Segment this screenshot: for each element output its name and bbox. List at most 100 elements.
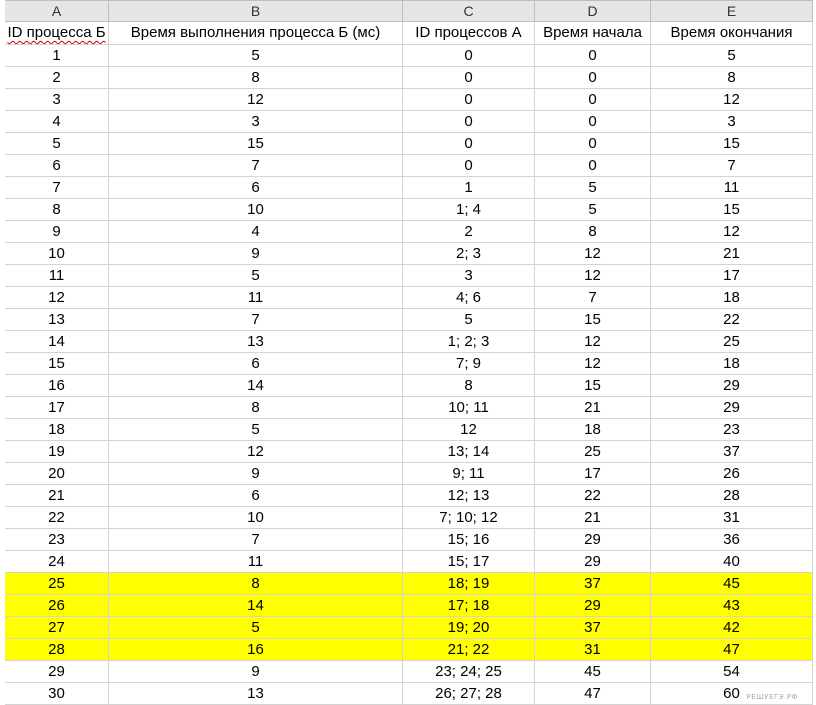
cell-end-time[interactable]: 17	[650, 264, 813, 287]
cell-end-time[interactable]: 29	[650, 396, 813, 419]
cell-start-time[interactable]: 0	[534, 154, 651, 177]
cell-start-time[interactable]: 7	[534, 286, 651, 309]
cell-process-b-id[interactable]: 30	[4, 682, 109, 705]
cell-duration[interactable]: 8	[108, 572, 403, 595]
cell-duration[interactable]: 6	[108, 484, 403, 507]
cell-end-time[interactable]: 37	[650, 440, 813, 463]
column-header-d[interactable]: D	[534, 0, 651, 22]
cell-duration[interactable]: 16	[108, 638, 403, 661]
cell-duration[interactable]: 6	[108, 352, 403, 375]
cell-process-b-id[interactable]: 10	[4, 242, 109, 265]
cell-end-time[interactable]: 36	[650, 528, 813, 551]
cell-start-time[interactable]: 22	[534, 484, 651, 507]
cell-end-time[interactable]: 29	[650, 374, 813, 397]
cell-process-b-id[interactable]: 21	[4, 484, 109, 507]
cell-process-b-id[interactable]: 15	[4, 352, 109, 375]
cell-start-time[interactable]: 0	[534, 88, 651, 111]
cell-start-time[interactable]: 0	[534, 132, 651, 155]
cell-process-b-id[interactable]: 27	[4, 616, 109, 639]
cell-start-time[interactable]: 8	[534, 220, 651, 243]
cell-process-b-id[interactable]: 7	[4, 176, 109, 199]
cell-end-time[interactable]: 43	[650, 594, 813, 617]
cell-duration[interactable]: 13	[108, 682, 403, 705]
cell-start-time[interactable]: 37	[534, 572, 651, 595]
cell-end-time[interactable]: 28	[650, 484, 813, 507]
cell-process-a-ids[interactable]: 1	[402, 176, 535, 199]
cell-start-time[interactable]: 25	[534, 440, 651, 463]
cell-end-time[interactable]: 45	[650, 572, 813, 595]
cell-duration[interactable]: 14	[108, 374, 403, 397]
cell-process-b-id[interactable]: 23	[4, 528, 109, 551]
cell-start-time[interactable]: 12	[534, 352, 651, 375]
cell-duration[interactable]: 11	[108, 286, 403, 309]
cell-start-time[interactable]: 5	[534, 198, 651, 221]
cell-duration[interactable]: 5	[108, 616, 403, 639]
cell-process-a-ids[interactable]: 0	[402, 154, 535, 177]
cell-duration[interactable]: 4	[108, 220, 403, 243]
cell-process-a-ids[interactable]: 0	[402, 66, 535, 89]
cell-duration[interactable]: 12	[108, 88, 403, 111]
cell-end-time[interactable]: 11	[650, 176, 813, 199]
cell-process-a-ids[interactable]: 26; 27; 28	[402, 682, 535, 705]
cell-start-time[interactable]: 31	[534, 638, 651, 661]
cell-process-a-ids[interactable]: 9; 11	[402, 462, 535, 485]
cell-process-a-ids[interactable]: 17; 18	[402, 594, 535, 617]
cell-start-time[interactable]: 45	[534, 660, 651, 683]
cell-process-a-ids[interactable]: 4; 6	[402, 286, 535, 309]
cell-process-b-id[interactable]: 24	[4, 550, 109, 573]
cell-process-b-id[interactable]: 5	[4, 132, 109, 155]
cell-start-time[interactable]: 29	[534, 550, 651, 573]
cell-end-time[interactable]: 5	[650, 44, 813, 67]
cell-duration[interactable]: 3	[108, 110, 403, 133]
cell-process-a-ids[interactable]: 12	[402, 418, 535, 441]
cell-process-b-id[interactable]: 11	[4, 264, 109, 287]
cell-start-time[interactable]: 18	[534, 418, 651, 441]
cell-duration[interactable]: 11	[108, 550, 403, 573]
cell-process-b-id[interactable]: 13	[4, 308, 109, 331]
cell-start-time[interactable]: 12	[534, 330, 651, 353]
cell-end-time[interactable]: 18	[650, 352, 813, 375]
cell-process-a-ids[interactable]: 1; 2; 3	[402, 330, 535, 353]
cell-duration[interactable]: 13	[108, 330, 403, 353]
cell-process-a-ids[interactable]: 10; 11	[402, 396, 535, 419]
cell-start-time[interactable]: 12	[534, 264, 651, 287]
cell-start-time[interactable]: 37	[534, 616, 651, 639]
cell-start-time[interactable]: 47	[534, 682, 651, 705]
cell-duration[interactable]: 7	[108, 154, 403, 177]
cell-process-b-id[interactable]: 20	[4, 462, 109, 485]
cell-end-time[interactable]: 15	[650, 132, 813, 155]
cell-end-time[interactable]: 15	[650, 198, 813, 221]
cell-process-a-ids[interactable]: 13; 14	[402, 440, 535, 463]
cell-duration[interactable]: 15	[108, 132, 403, 155]
cell-end-time[interactable]: 12	[650, 88, 813, 111]
cell-process-a-ids[interactable]: 12; 13	[402, 484, 535, 507]
cell-duration[interactable]: 9	[108, 242, 403, 265]
cell-end-time[interactable]: 8	[650, 66, 813, 89]
cell-duration[interactable]: 10	[108, 506, 403, 529]
cell-process-b-id[interactable]: 29	[4, 660, 109, 683]
cell-process-b-id[interactable]: 26	[4, 594, 109, 617]
cell-process-b-id[interactable]: 16	[4, 374, 109, 397]
cell-process-b-id[interactable]: 3	[4, 88, 109, 111]
cell-process-b-id[interactable]: 25	[4, 572, 109, 595]
cell-process-a-ids[interactable]: 21; 22	[402, 638, 535, 661]
cell-duration[interactable]: 9	[108, 462, 403, 485]
cell-process-b-id[interactable]: 17	[4, 396, 109, 419]
cell-process-a-ids[interactable]: 23; 24; 25	[402, 660, 535, 683]
header-cell-end-time[interactable]: Время окончания	[650, 21, 813, 45]
cell-end-time[interactable]: 54	[650, 660, 813, 683]
cell-process-a-ids[interactable]: 0	[402, 132, 535, 155]
cell-duration[interactable]: 7	[108, 308, 403, 331]
cell-duration[interactable]: 8	[108, 396, 403, 419]
cell-process-b-id[interactable]: 8	[4, 198, 109, 221]
cell-duration[interactable]: 5	[108, 418, 403, 441]
cell-start-time[interactable]: 12	[534, 242, 651, 265]
column-header-b[interactable]: B	[108, 0, 403, 22]
cell-process-b-id[interactable]: 22	[4, 506, 109, 529]
cell-process-b-id[interactable]: 14	[4, 330, 109, 353]
cell-process-b-id[interactable]: 1	[4, 44, 109, 67]
cell-process-b-id[interactable]: 18	[4, 418, 109, 441]
cell-end-time[interactable]: 31	[650, 506, 813, 529]
cell-end-time[interactable]: 42	[650, 616, 813, 639]
cell-duration[interactable]: 14	[108, 594, 403, 617]
